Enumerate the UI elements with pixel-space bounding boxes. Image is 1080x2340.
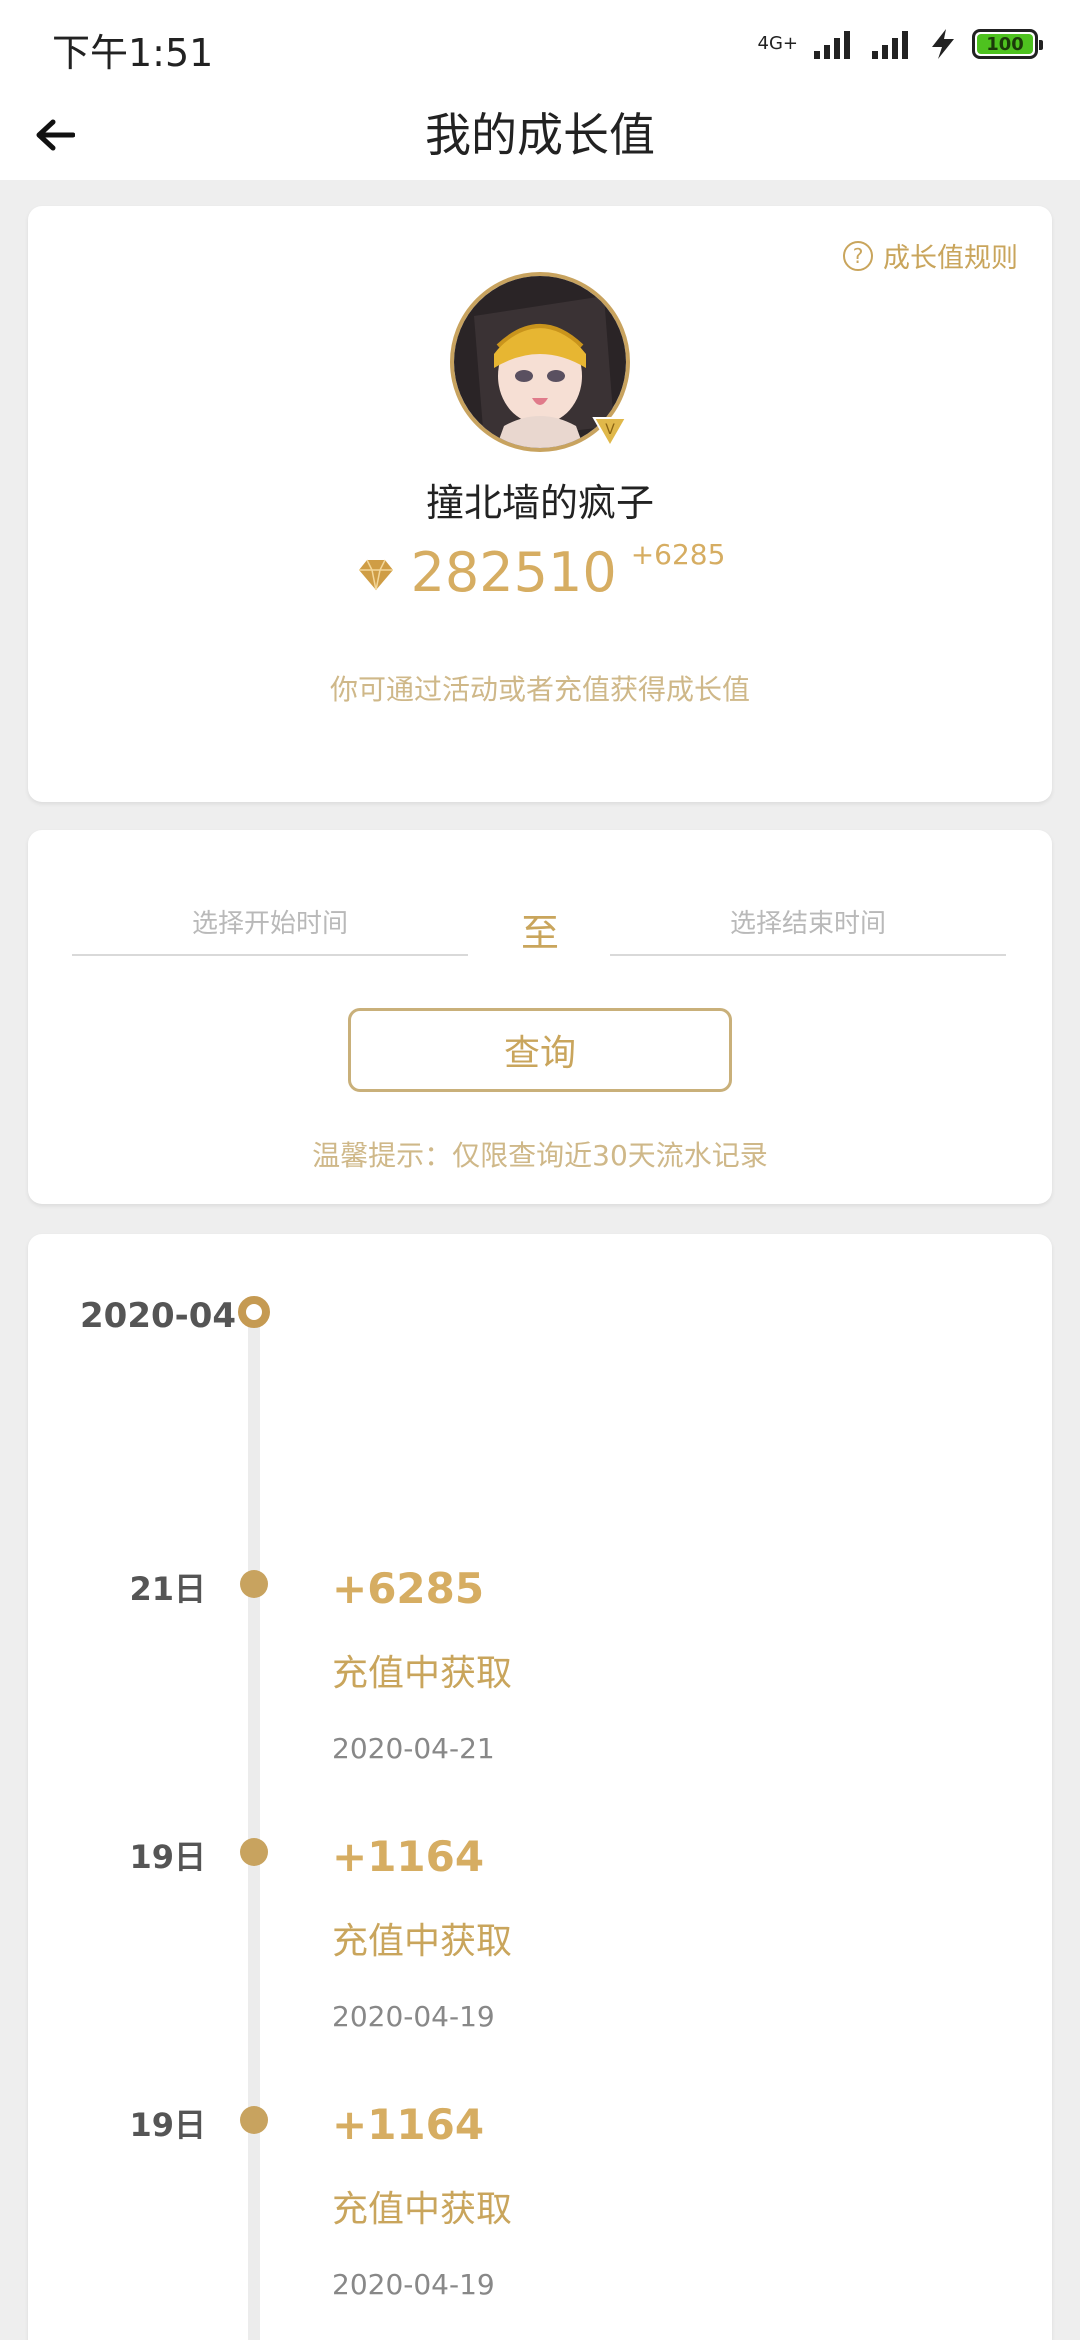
- record-dot-icon: [240, 1570, 268, 1598]
- charging-bolt-icon: [932, 29, 954, 59]
- record-day: 21日: [129, 1570, 206, 1608]
- month-label: 2020-04: [80, 1296, 237, 1336]
- range-separator: 至: [520, 911, 559, 955]
- gem-icon: [358, 559, 393, 591]
- level-badge-icon: V: [592, 417, 628, 449]
- record-date: 2020-04-19: [332, 2000, 495, 2033]
- signal-icon-secondary: [872, 31, 908, 59]
- record-dot-icon: [240, 1838, 268, 1866]
- username: 撞北墙的疯子: [425, 481, 654, 525]
- signal-icon: [814, 31, 850, 59]
- page-title: 我的成长值: [425, 108, 655, 162]
- record-entry: 19日 +1164 充值中获取 2020-04-19: [28, 1832, 1052, 2092]
- record-source: 充值中获取: [332, 1921, 513, 1962]
- app-header: 我的成长值: [0, 90, 1080, 180]
- status-icons: 4G+ 100: [757, 24, 1043, 64]
- record-date: 2020-04-21: [332, 1732, 495, 1765]
- network-type-label: 4G+: [757, 33, 798, 54]
- growth-value: 282510: [410, 541, 617, 604]
- record-entry: 19日 +1164 充值中获取 2020-04-19: [28, 2100, 1052, 2340]
- record-amount: +1164: [332, 1832, 485, 1881]
- svg-text:V: V: [605, 422, 615, 438]
- growth-rules-link[interactable]: ? 成长值规则: [843, 236, 1018, 275]
- avatar-container[interactable]: V: [450, 272, 630, 452]
- query-card: 至 查询 温馨提示：仅限查询近30天流水记录: [28, 830, 1052, 1204]
- query-tip: 温馨提示：仅限查询近30天流水记录: [312, 1139, 768, 1172]
- status-time: 下午1:51: [52, 31, 214, 75]
- start-date-input[interactable]: [72, 894, 468, 956]
- record-amount: +6285: [332, 1564, 485, 1613]
- record-source: 充值中获取: [332, 2189, 513, 2230]
- records-card: 2020-04 21日 +6285 充值中获取 2020-04-21 19日 +…: [28, 1234, 1052, 2340]
- record-amount: +1164: [332, 2100, 485, 2149]
- status-bar: 下午1:51 4G+ 100: [0, 0, 1080, 90]
- growth-delta: +6285: [630, 538, 726, 571]
- record-day: 19日: [129, 2106, 206, 2144]
- profile-card: ? 成长值规则 V 撞北墙的疯子 282510 +6285 你可通过活动或者充值…: [28, 206, 1052, 802]
- growth-value-row: 282510 +6285: [28, 540, 1052, 606]
- record-date: 2020-04-19: [332, 2268, 495, 2301]
- growth-rules-label: 成长值规则: [883, 243, 1018, 274]
- record-day: 19日: [129, 1838, 206, 1876]
- question-circle-icon: ?: [843, 240, 873, 271]
- record-source: 充值中获取: [332, 1653, 513, 1694]
- end-date-input[interactable]: [610, 894, 1006, 956]
- query-button[interactable]: 查询: [348, 1008, 732, 1092]
- battery-icon: 100: [972, 29, 1043, 59]
- record-entry: 21日 +6285 充值中获取 2020-04-21: [28, 1564, 1052, 1824]
- battery-level: 100: [977, 34, 1033, 55]
- record-dot-icon: [240, 2106, 268, 2134]
- growth-hint: 你可通过活动或者充值获得成长值: [329, 673, 750, 706]
- month-dot-icon: [238, 1296, 270, 1328]
